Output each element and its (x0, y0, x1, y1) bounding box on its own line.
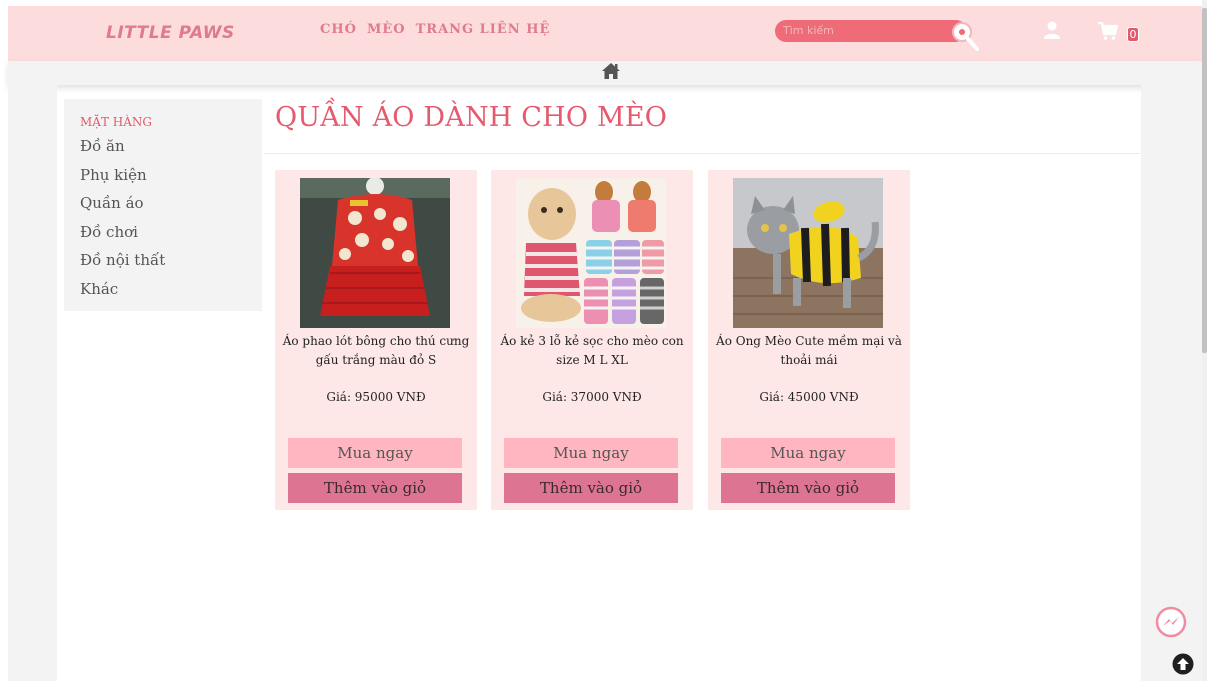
product-name[interactable]: Áo kẻ 3 lỗ kẻ sọc cho mèo con size M L X… (497, 332, 687, 370)
product-image[interactable] (733, 178, 883, 328)
breadcrumb-bar (8, 61, 1202, 85)
search-icon[interactable] (950, 20, 980, 52)
product-card: Áo phao lót bông cho thú cưng gấu trắng … (275, 170, 477, 510)
home-icon[interactable] (601, 62, 621, 80)
cart-icon[interactable] (1097, 21, 1119, 41)
product-card: Áo Ong Mèo Cute mềm mại và thoải mái Giá… (708, 170, 910, 510)
category-item-toys[interactable]: Đồ chơi (80, 218, 262, 247)
buy-now-button[interactable]: Mua ngay (504, 438, 678, 468)
scrollbar-thumb[interactable] (1202, 8, 1207, 353)
main-nav: CHÓ MÈO TRANG LIÊN HỆ (320, 22, 550, 37)
search-input[interactable]: Tìm kiếm (775, 20, 967, 42)
add-to-cart-button[interactable]: Thêm vào giỏ (504, 473, 678, 503)
product-price: Giá: 37000 VNĐ (542, 390, 642, 404)
product-price: Giá: 45000 VNĐ (759, 390, 859, 404)
category-item-clothes[interactable]: Quần áo (80, 189, 262, 218)
category-item-food[interactable]: Đồ ăn (80, 132, 262, 161)
category-title: MẶT HÀNG (80, 115, 152, 129)
cart-count-badge[interactable]: 0 (1127, 27, 1139, 42)
category-item-accessories[interactable]: Phụ kiện (80, 161, 262, 190)
product-name[interactable]: Áo phao lót bông cho thú cưng gấu trắng … (281, 332, 471, 370)
header-bar: LITTLE PAWS CHÓ MÈO TRANG LIÊN HỆ Tìm ki… (8, 6, 1202, 61)
product-image[interactable] (516, 178, 666, 328)
nav-link-dog[interactable]: CHÓ (320, 22, 357, 37)
right-gutter (1141, 85, 1202, 681)
scroll-top-icon[interactable] (1172, 653, 1194, 675)
left-gutter (8, 85, 57, 681)
add-to-cart-button[interactable]: Thêm vào giỏ (288, 473, 462, 503)
buy-now-button[interactable]: Mua ngay (288, 438, 462, 468)
category-sidebar: MẶT HÀNG Đồ ăn Phụ kiện Quần áo Đồ chơi … (64, 99, 262, 311)
product-card: Áo kẻ 3 lỗ kẻ sọc cho mèo con size M L X… (491, 170, 693, 510)
product-name[interactable]: Áo Ong Mèo Cute mềm mại và thoải mái (714, 332, 904, 370)
page-title: QUẦN ÁO DÀNH CHO MÈO (275, 102, 668, 133)
nav-link-contact[interactable]: TRANG LIÊN HỆ (416, 22, 551, 37)
buy-now-button[interactable]: Mua ngay (721, 438, 895, 468)
title-divider (264, 153, 1141, 154)
site-logo[interactable]: LITTLE PAWS (106, 23, 235, 43)
nav-link-cat[interactable]: MÈO (367, 22, 406, 37)
product-image[interactable] (300, 178, 450, 328)
user-icon[interactable] (1043, 21, 1061, 39)
category-item-other[interactable]: Khác (80, 275, 262, 304)
add-to-cart-button[interactable]: Thêm vào giỏ (721, 473, 895, 503)
category-item-furniture[interactable]: Đồ nội thất (80, 246, 262, 275)
messenger-icon[interactable] (1155, 606, 1187, 638)
page: LITTLE PAWS CHÓ MÈO TRANG LIÊN HỆ Tìm ki… (0, 0, 1207, 681)
product-price: Giá: 95000 VNĐ (326, 390, 426, 404)
